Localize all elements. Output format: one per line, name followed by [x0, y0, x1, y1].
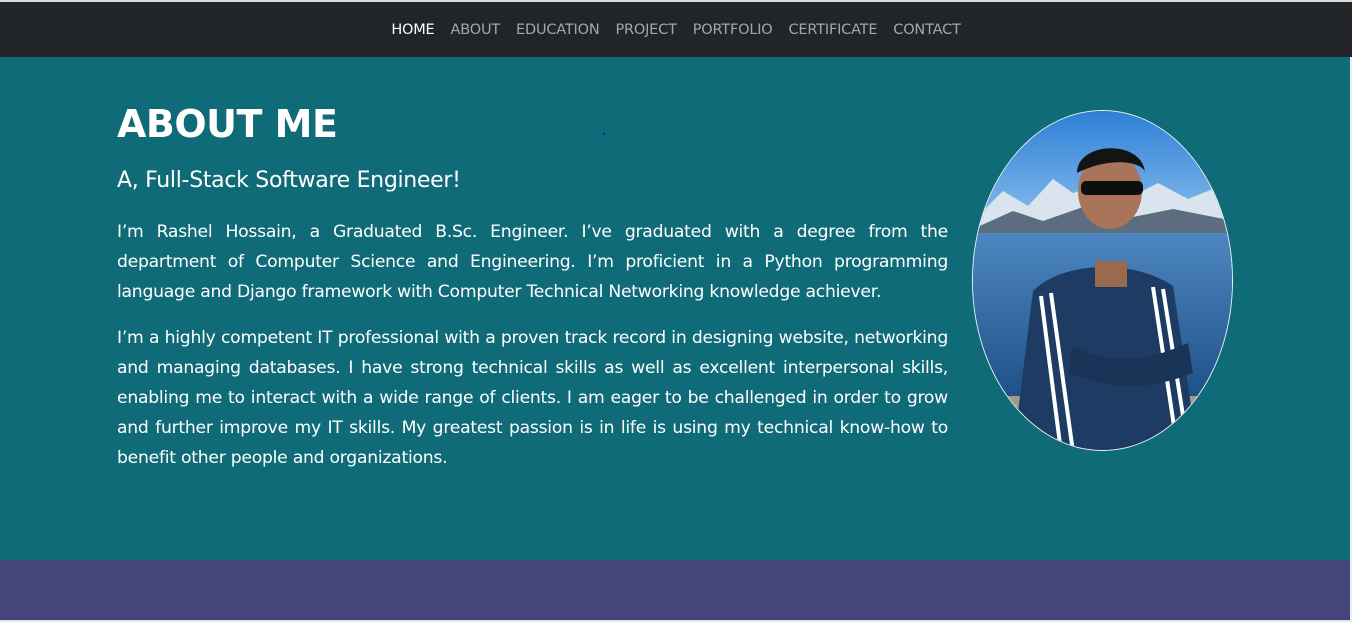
next-section: [0, 560, 1350, 620]
decorative-dot: [603, 133, 605, 135]
nav-link-contact[interactable]: CONTACT: [885, 22, 968, 38]
about-title: ABOUT ME: [117, 102, 338, 146]
nav-link-home[interactable]: HOME: [383, 22, 442, 38]
nav-list: HOME ABOUT EDUCATION PROJECT PORTFOLIO C…: [383, 22, 968, 38]
about-paragraph-intro: I’m Rashel Hossain, a Graduated B.Sc. En…: [117, 222, 948, 302]
about-subtitle: A, Full-Stack Software Engineer!: [117, 168, 461, 193]
nav-link-education[interactable]: EDUCATION: [508, 22, 607, 38]
nav-link-portfolio[interactable]: PORTFOLIO: [685, 22, 781, 38]
nav-link-project[interactable]: PROJECT: [607, 22, 684, 38]
nav-link-about[interactable]: ABOUT: [443, 22, 509, 38]
about-paragraph-skills: I’m a highly competent IT professional w…: [117, 328, 948, 468]
nav-link-certificate[interactable]: CERTIFICATE: [781, 22, 886, 38]
navbar: HOME ABOUT EDUCATION PROJECT PORTFOLIO C…: [0, 2, 1352, 57]
profile-photo: [972, 110, 1233, 451]
profile-photo-illustration: [973, 111, 1232, 450]
